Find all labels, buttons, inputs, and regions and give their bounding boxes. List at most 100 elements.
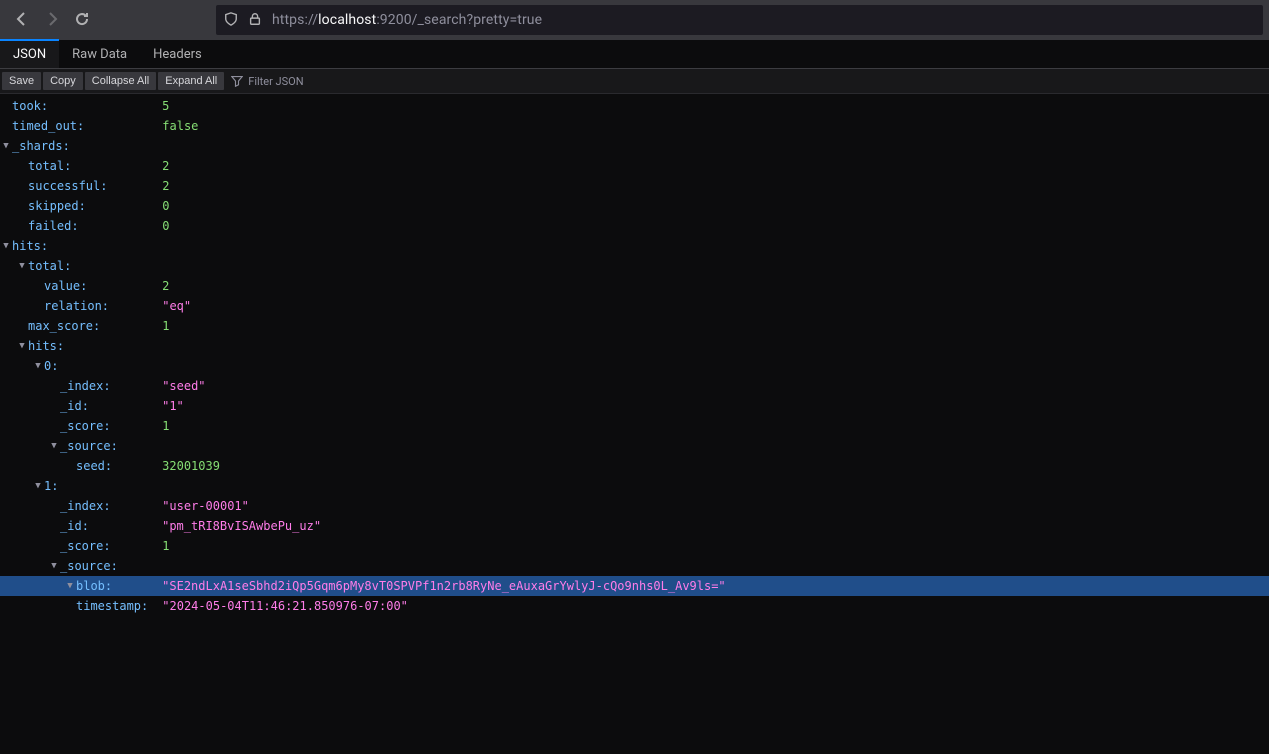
json-row[interactable]: _id:"pm_tRI8BvISAwbePu_uz"	[0, 516, 1269, 536]
json-key: relation	[44, 296, 102, 316]
json-row[interactable]: ▼total:	[0, 256, 1269, 276]
reload-icon[interactable]	[74, 11, 90, 30]
json-row[interactable]: seed:32001039	[0, 456, 1269, 476]
json-value: 32001039	[162, 456, 220, 476]
json-value: 1	[162, 316, 169, 336]
json-row[interactable]: ▼_source:	[0, 556, 1269, 576]
json-value: 2	[162, 276, 169, 296]
json-row[interactable]: ▼blob:"SE2ndLxA1seSbhd2iQp5Gqm6pMy8vT0SP…	[0, 576, 1269, 596]
json-row[interactable]: ▼0:	[0, 356, 1269, 376]
json-value: "2024-05-04T11:46:21.850976-07:00"	[162, 596, 408, 616]
json-key: timestamp	[76, 596, 141, 616]
json-value: 1	[162, 416, 169, 436]
json-value: "seed"	[162, 376, 205, 396]
json-key: _source	[60, 436, 111, 456]
json-row[interactable]: _index:"seed"	[0, 376, 1269, 396]
json-row[interactable]: _index:"user-00001"	[0, 496, 1269, 516]
twisty-icon[interactable]: ▼	[0, 236, 12, 256]
json-tree[interactable]: took:5timed_out:false▼_shards:total:2suc…	[0, 94, 1269, 616]
json-row[interactable]: ▼hits:	[0, 336, 1269, 356]
json-row[interactable]: _score:1	[0, 536, 1269, 556]
json-row[interactable]: timestamp:"2024-05-04T11:46:21.850976-07…	[0, 596, 1269, 616]
json-key: failed	[28, 216, 71, 236]
json-value: 1	[162, 536, 169, 556]
json-key: 0	[44, 356, 51, 376]
json-row[interactable]: successful:2	[0, 176, 1269, 196]
twisty-icon[interactable]: ▼	[16, 336, 28, 356]
json-row[interactable]: timed_out:false	[0, 116, 1269, 136]
json-value: false	[162, 116, 198, 136]
json-value: 0	[162, 196, 169, 216]
tab-headers[interactable]: Headers	[140, 39, 215, 68]
json-key: _score	[60, 416, 103, 436]
json-toolbar: Save Copy Collapse All Expand All Filter…	[0, 69, 1269, 94]
json-key: 1	[44, 476, 51, 496]
twisty-icon[interactable]: ▼	[0, 136, 12, 156]
twisty-icon[interactable]: ▼	[48, 436, 60, 456]
forward-icon	[44, 11, 60, 30]
json-key: _id	[60, 516, 82, 536]
save-button[interactable]: Save	[2, 72, 41, 90]
json-row[interactable]: ▼1:	[0, 476, 1269, 496]
nav-buttons	[6, 11, 98, 30]
json-key: took	[12, 96, 41, 116]
json-key: _index	[60, 496, 103, 516]
lock-icon	[248, 12, 262, 29]
filter-json[interactable]: Filter JSON	[231, 75, 303, 88]
json-key: _index	[60, 376, 103, 396]
json-key: _score	[60, 536, 103, 556]
json-value: 2	[162, 176, 169, 196]
json-key: total	[28, 156, 64, 176]
json-row[interactable]: _score:1	[0, 416, 1269, 436]
json-value: "eq"	[162, 296, 191, 316]
json-key: max_score	[28, 316, 93, 336]
view-tabs: JSON Raw Data Headers	[0, 40, 1269, 69]
json-row[interactable]: skipped:0	[0, 196, 1269, 216]
browser-nav-bar: https://localhost:9200/_search?pretty=tr…	[0, 0, 1269, 40]
shield-icon	[224, 12, 238, 29]
tab-json[interactable]: JSON	[0, 39, 59, 68]
collapse-all-button[interactable]: Collapse All	[85, 72, 156, 90]
json-row[interactable]: took:5	[0, 96, 1269, 116]
json-key: hits	[12, 236, 41, 256]
json-key: seed	[76, 456, 105, 476]
twisty-icon[interactable]: ▼	[16, 256, 28, 276]
json-row[interactable]: _id:"1"	[0, 396, 1269, 416]
json-value: "pm_tRI8BvISAwbePu_uz"	[162, 516, 321, 536]
json-row[interactable]: max_score:1	[0, 316, 1269, 336]
json-row[interactable]: ▼_shards:	[0, 136, 1269, 156]
json-row[interactable]: total:2	[0, 156, 1269, 176]
twisty-icon[interactable]: ▼	[64, 576, 76, 596]
url-text: https://localhost:9200/_search?pretty=tr…	[272, 12, 542, 28]
twisty-icon[interactable]: ▼	[48, 556, 60, 576]
url-bar[interactable]: https://localhost:9200/_search?pretty=tr…	[216, 5, 1263, 35]
json-value: 2	[162, 156, 169, 176]
twisty-icon[interactable]: ▼	[32, 476, 44, 496]
back-icon[interactable]	[14, 11, 30, 30]
json-row[interactable]: ▼hits:	[0, 236, 1269, 256]
json-row[interactable]: ▼_source:	[0, 436, 1269, 456]
json-row[interactable]: value:2	[0, 276, 1269, 296]
json-key: timed_out	[12, 116, 77, 136]
json-key: value	[44, 276, 80, 296]
json-key: hits	[28, 336, 57, 356]
funnel-icon	[231, 75, 243, 87]
filter-placeholder: Filter JSON	[248, 75, 303, 88]
json-key: _id	[60, 396, 82, 416]
json-value: 5	[162, 96, 169, 116]
json-key: total	[28, 256, 64, 276]
json-key: skipped	[28, 196, 79, 216]
copy-button[interactable]: Copy	[43, 72, 83, 90]
expand-all-button[interactable]: Expand All	[158, 72, 224, 90]
json-row[interactable]: failed:0	[0, 216, 1269, 236]
json-key: blob	[76, 576, 105, 596]
json-value: 0	[162, 216, 169, 236]
tab-raw-data[interactable]: Raw Data	[59, 39, 140, 68]
json-value: "1"	[162, 396, 184, 416]
json-row[interactable]: relation:"eq"	[0, 296, 1269, 316]
json-value: "SE2ndLxA1seSbhd2iQp5Gqm6pMy8vT0SPVPf1n2…	[162, 576, 726, 596]
json-key: _shards	[12, 136, 63, 156]
json-key: _source	[60, 556, 111, 576]
json-key: successful	[28, 176, 100, 196]
twisty-icon[interactable]: ▼	[32, 356, 44, 376]
